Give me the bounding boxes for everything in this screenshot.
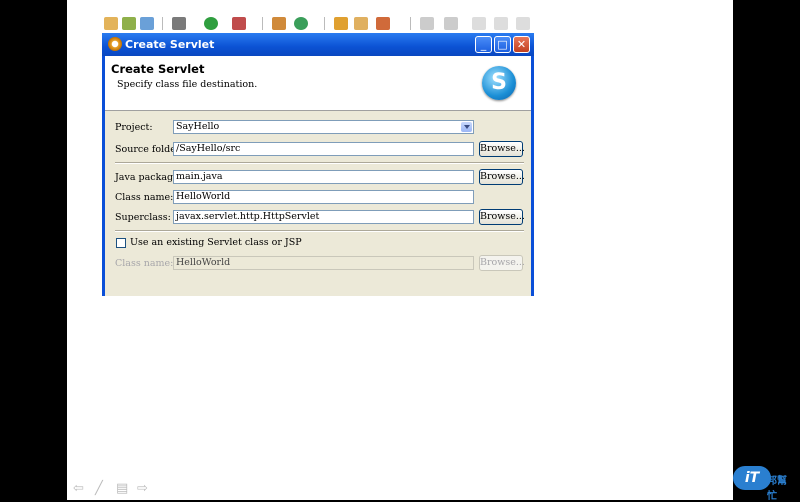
class-name-label: Class name: (115, 192, 174, 203)
use-existing-checkbox[interactable] (116, 238, 126, 248)
maximize-button[interactable]: □ (494, 36, 511, 53)
project-label: Project: (115, 122, 153, 133)
ithome-watermark: iT 邦幫忙 (733, 462, 795, 502)
divider (115, 230, 524, 232)
eclipse-app-icon (108, 37, 122, 51)
minimize-button[interactable]: _ (475, 36, 492, 53)
open-type-icon[interactable] (334, 17, 348, 30)
external-tools-icon[interactable] (232, 17, 246, 30)
last-edit-icon[interactable] (516, 17, 530, 30)
wizard-heading: Create Servlet (111, 62, 205, 76)
new-file-icon[interactable] (104, 17, 118, 30)
watermark-text: 邦幫忙 (767, 476, 787, 502)
title-bar[interactable]: Create Servlet _ □ ✕ (102, 33, 534, 56)
wizard-description: Specify class file destination. (117, 79, 258, 90)
new-class-icon[interactable] (140, 17, 154, 30)
forward-icon[interactable] (494, 17, 508, 30)
previous-slide-icon[interactable]: ⇦ (73, 481, 84, 496)
run-icon[interactable] (204, 17, 218, 30)
new-java-icon[interactable] (122, 17, 136, 30)
servlet-logo-icon: S (482, 66, 516, 100)
slide-menu-icon[interactable]: ▤ (116, 481, 128, 496)
use-existing-label[interactable]: Use an existing Servlet class or JSP (130, 237, 302, 248)
new-server-icon[interactable] (294, 17, 308, 30)
search-icon[interactable] (376, 17, 390, 30)
next-slide-icon[interactable]: ⇨ (137, 481, 148, 496)
new-package-icon[interactable] (272, 17, 286, 30)
superclass-label: Superclass: (115, 212, 171, 223)
debug-icon[interactable] (172, 17, 186, 30)
superclass-browse-button[interactable]: Browse... (479, 209, 525, 225)
existing-class-name-label: Class name: (115, 258, 174, 269)
close-button[interactable]: ✕ (513, 36, 530, 53)
existing-class-browse-button: Browse... (479, 255, 525, 271)
source-folder-field[interactable]: /SayHello/src (173, 142, 474, 156)
project-value: SayHello (176, 121, 220, 132)
java-package-label: Java package: (115, 172, 182, 183)
class-name-field[interactable]: HelloWorld (173, 190, 474, 204)
existing-class-name-field: HelloWorld (173, 256, 474, 270)
java-package-field[interactable]: main.java (173, 170, 474, 184)
chevron-down-icon[interactable] (461, 122, 472, 132)
create-servlet-dialog: Create Servlet _ □ ✕ Create Servlet Spec… (102, 33, 534, 296)
java-package-browse-button[interactable]: Browse... (479, 169, 525, 185)
project-combo[interactable]: SayHello (173, 120, 474, 134)
dialog-client: Create Servlet Specify class file destin… (105, 56, 531, 296)
open-folder-icon[interactable] (354, 17, 368, 30)
prev-annotation-icon[interactable] (444, 17, 458, 30)
source-folder-browse-button[interactable]: Browse... (479, 141, 525, 157)
eclipse-toolbar (102, 16, 536, 32)
back-icon[interactable] (472, 17, 486, 30)
divider (115, 162, 524, 164)
superclass-field[interactable]: javax.servlet.http.HttpServlet (173, 210, 474, 224)
watermark-logo: iT (733, 466, 771, 490)
pen-icon[interactable]: ╱ (95, 481, 103, 496)
window-title: Create Servlet (125, 38, 215, 51)
next-annotation-icon[interactable] (420, 17, 434, 30)
wizard-banner: Create Servlet Specify class file destin… (105, 56, 531, 111)
